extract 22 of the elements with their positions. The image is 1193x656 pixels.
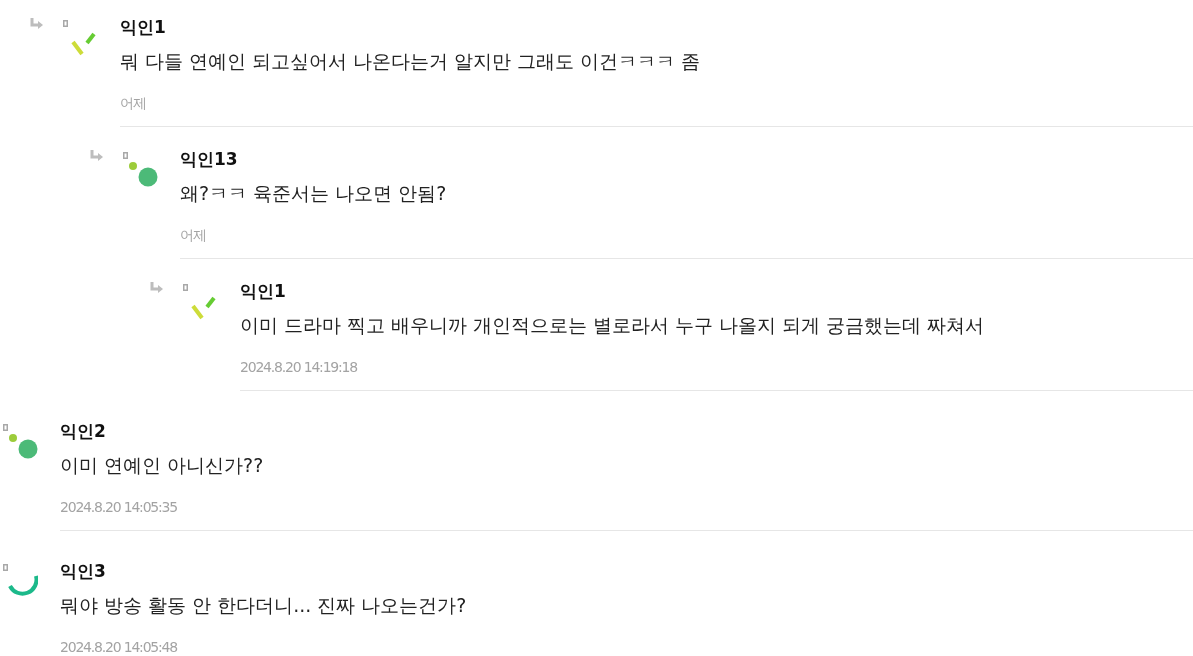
comment-text: 뭐야 방송 활동 안 한다더니... 진짜 나오는건가?	[60, 593, 468, 618]
comment-time: 2024.8.20 14:05:35	[60, 498, 178, 517]
comment-author: 익인1	[120, 16, 167, 39]
comment-time: 어제	[180, 226, 207, 245]
image-placeholder-icon	[183, 284, 188, 291]
comment-author: 익인13	[180, 148, 239, 171]
comment-time: 2024.8.20 14:05:48	[60, 638, 178, 656]
comment-author: 익인2	[60, 420, 107, 443]
image-placeholder-icon	[3, 564, 8, 571]
avatar-icon	[8, 434, 38, 460]
comment-author: 익인1	[240, 280, 287, 303]
comment-text: 이미 드라마 찍고 배우니까 개인적으로는 별로라서 누구 나올지 되게 궁금했는데 짜쳐서	[240, 313, 986, 338]
comment-time: 2024.8.20 14:19:18	[240, 358, 358, 377]
comment-text: 이미 연예인 아니신가??	[60, 453, 265, 478]
image-placeholder-icon	[3, 424, 8, 431]
comment-text: 왜?ㅋㅋ 육준서는 나오면 안됨?	[180, 181, 448, 206]
avatar-icon	[128, 162, 158, 188]
comment-text: 뭐 다들 연예인 되고싶어서 나온다는거 알지만 그래도 이건ㅋㅋㅋ 좀	[120, 49, 702, 74]
comment-time: 어제	[120, 94, 147, 113]
comment-author: 익인3	[60, 560, 107, 583]
image-placeholder-icon	[123, 152, 128, 159]
image-placeholder-icon	[63, 20, 68, 27]
